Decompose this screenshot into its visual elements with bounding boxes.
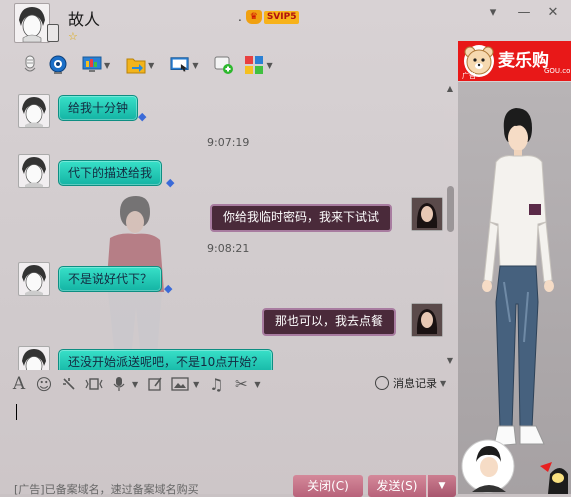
image-dropdown-icon[interactable]: ▼	[193, 380, 199, 389]
ad-brand: 麦乐购	[498, 51, 549, 71]
apps-icon[interactable]	[244, 55, 264, 75]
mobile-online-icon	[47, 24, 59, 42]
microphone-icon[interactable]	[20, 55, 40, 75]
chat-bubble-received[interactable]: 给我十分钟	[58, 95, 139, 121]
edit-icon[interactable]	[146, 375, 164, 393]
message-timestamp: 9:08:21	[207, 242, 250, 255]
chat-window: 故人 ☆ . ♛ SVIP5 ▾ — ✕ ▼ ▼ ▼ ▼ 麦乐购 GOU.co …	[0, 0, 571, 497]
ad-banner[interactable]: 麦乐购 GOU.com 广告	[458, 41, 571, 81]
magic-expression-icon[interactable]	[85, 375, 103, 393]
remote-assist-dropdown-icon[interactable]: ▼	[192, 61, 198, 70]
chat-bubble-sent[interactable]: 那也可以，我去点餐	[262, 308, 397, 336]
screen-share-icon[interactable]	[82, 55, 102, 75]
image-icon[interactable]	[171, 375, 189, 393]
text-caret	[16, 404, 17, 420]
close-window-button[interactable]: ✕	[544, 4, 562, 22]
screenshot-dropdown-icon[interactable]: ▼	[254, 380, 260, 389]
voice-message-dropdown-icon[interactable]: ▼	[132, 380, 138, 389]
bubble-decoration-icon: ◆	[138, 110, 147, 123]
remote-assist-icon[interactable]	[170, 55, 190, 75]
message-timestamp: 9:07:19	[207, 136, 250, 149]
show-avatar-panel[interactable]	[458, 82, 571, 494]
apps-dropdown-icon[interactable]: ▼	[266, 61, 272, 70]
contact-message-avatar[interactable]	[18, 262, 50, 296]
voice-message-icon[interactable]	[110, 375, 128, 393]
contact-avatar[interactable]	[14, 3, 50, 43]
crown-icon: ♛	[245, 10, 262, 24]
scroll-down-icon[interactable]: ▼	[444, 356, 456, 365]
music-icon[interactable]: ♫	[207, 375, 225, 394]
self-message-avatar[interactable]	[411, 303, 443, 337]
screenshot-scissors-icon[interactable]: ✂	[232, 375, 250, 393]
video-camera-icon[interactable]	[48, 55, 68, 75]
ad-tag: 广告	[462, 72, 476, 80]
message-list[interactable]: 给我十分钟 ◆ 9:07:19 代下的描述给我 ◆ 你给我临时密码，我来下试试 …	[0, 82, 444, 370]
history-dropdown-icon: ▼	[440, 378, 447, 388]
message-input[interactable]	[10, 398, 456, 470]
shake-icon[interactable]	[60, 375, 78, 393]
message-list-scrollbar[interactable]: ▲ ▼	[444, 82, 456, 370]
chat-bubble-received[interactable]: 还没开始派送呢吧，不是10点开始？	[58, 349, 274, 370]
minimize-button[interactable]: —	[515, 4, 533, 22]
chat-header: 故人 ☆ . ♛ SVIP5 ▾ — ✕	[0, 0, 571, 46]
emoji-icon[interactable]: ☺	[35, 375, 53, 394]
font-icon[interactable]: A	[10, 374, 28, 394]
self-message-avatar[interactable]	[411, 197, 443, 231]
menu-dropdown-icon[interactable]: ▾	[484, 4, 502, 22]
screen-share-dropdown-icon[interactable]: ▼	[104, 61, 110, 70]
scroll-up-icon[interactable]: ▲	[444, 84, 456, 93]
chat-bubble-sent[interactable]: 你给我临时密码，我来下试试	[210, 204, 393, 232]
star-icon: ☆	[68, 30, 78, 43]
send-file-icon[interactable]	[126, 55, 146, 75]
send-file-dropdown-icon[interactable]: ▼	[148, 61, 154, 70]
contact-message-avatar[interactable]	[18, 94, 50, 128]
contact-message-avatar[interactable]	[18, 154, 50, 188]
chat-toolbar: ▼ ▼ ▼ ▼	[0, 48, 456, 82]
ad-brand-sub: GOU.com	[544, 67, 571, 75]
message-history-label: 消息记录	[393, 377, 437, 390]
message-history-button[interactable]: 消息记录 ▼	[375, 375, 446, 391]
scrollbar-thumb[interactable]	[447, 186, 454, 232]
vip-badge[interactable]: . ♛ SVIP5	[238, 9, 300, 25]
vip-level-label: SVIP5	[263, 10, 300, 24]
clock-icon	[375, 376, 389, 390]
footer-ad-link[interactable]: [广告]已备案域名，速过备案域名购买	[14, 481, 199, 497]
contact-message-avatar[interactable]	[18, 346, 50, 370]
vip-dot: .	[238, 10, 242, 24]
chat-bubble-received[interactable]: 代下的描述给我	[58, 160, 163, 186]
contact-name[interactable]: 故人	[68, 6, 100, 30]
chat-bubble-received[interactable]: 不是说好代下？	[58, 266, 163, 292]
bubble-decoration-icon: ◆	[166, 176, 175, 189]
create-group-icon[interactable]	[214, 55, 234, 75]
bubble-decoration-icon: ◆	[164, 282, 173, 295]
avatar-figure-illustration	[461, 108, 568, 494]
